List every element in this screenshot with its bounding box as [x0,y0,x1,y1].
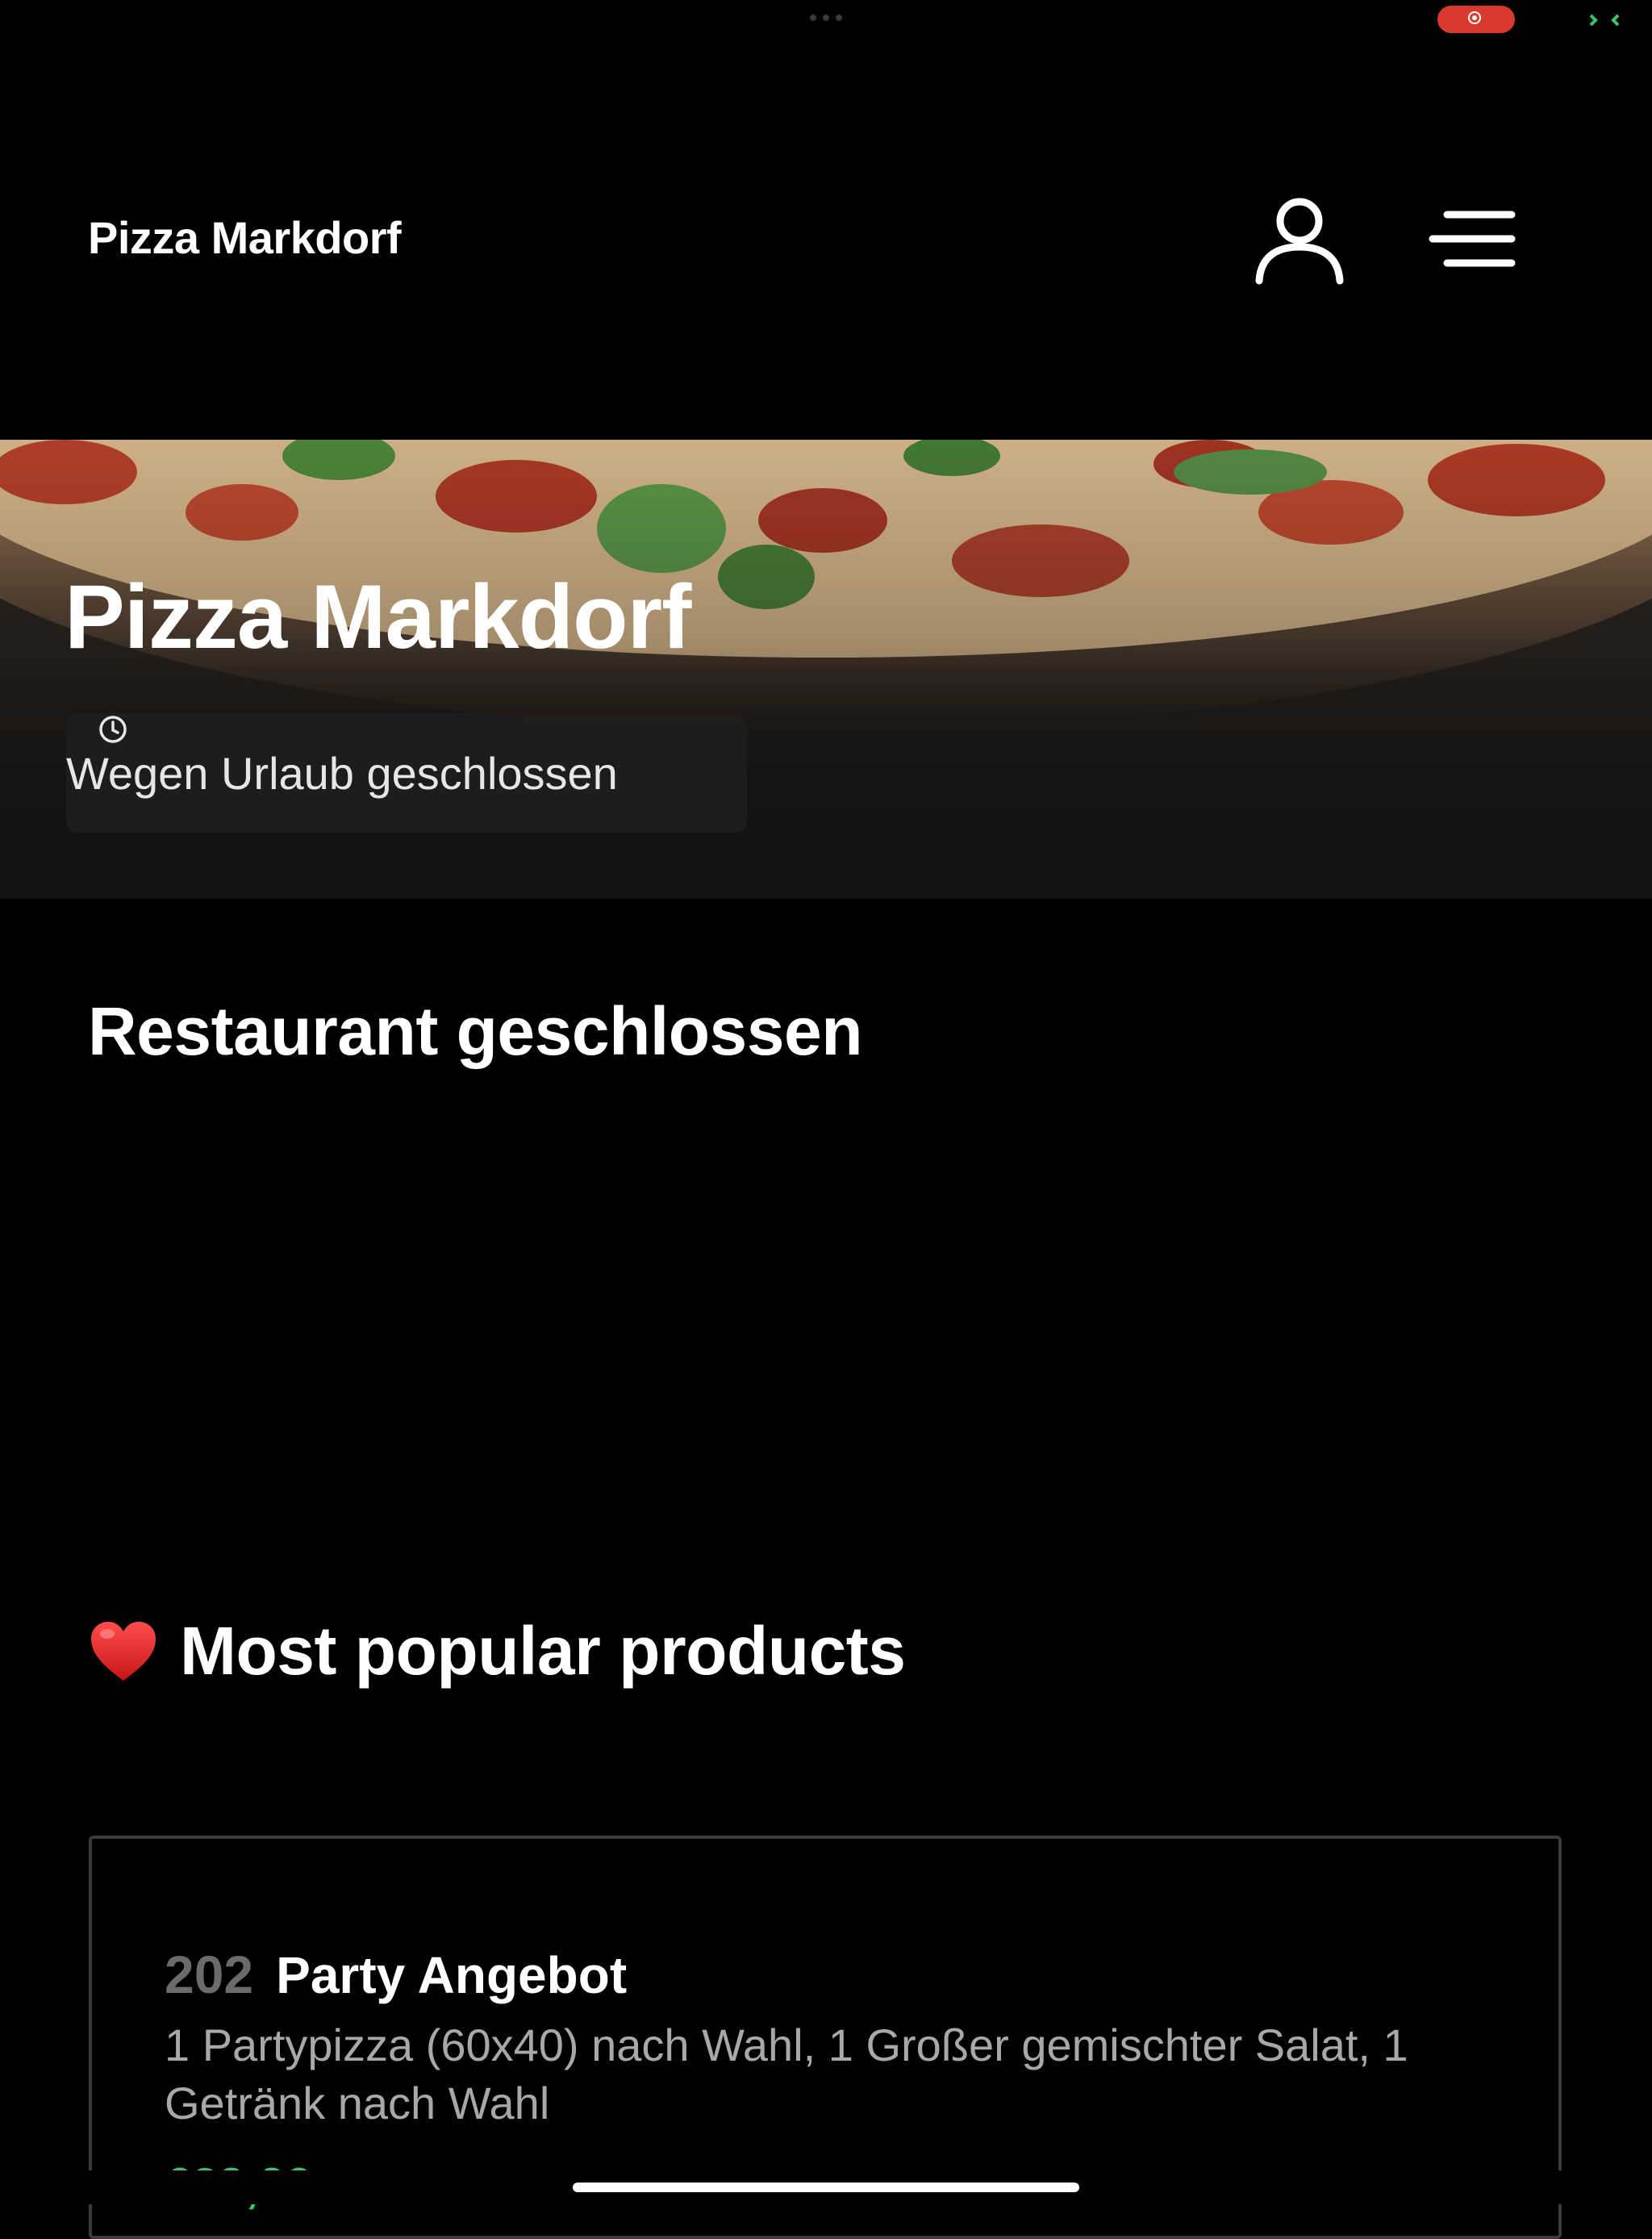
product-name: Party Angebot [276,1946,628,2004]
screen-mirroring-icon [1589,14,1620,27]
status-bar [0,0,1652,40]
account-button[interactable] [1253,190,1346,287]
product-number: 202 [165,1945,254,2004]
opening-status-badge: Wegen Urlaub geschlossen [66,713,747,833]
brand-title[interactable]: Pizza Markdorf [88,211,402,264]
screen-recording-indicator[interactable] [1437,6,1515,33]
product-title-row: 202 Party Angebot [165,1944,627,2005]
user-icon [1255,198,1344,285]
closed-heading: Restaurant geschlossen [88,993,863,1069]
opening-status-text: Wegen Urlaub geschlossen [66,747,618,799]
restaurant-name: Pizza Markdorf [65,566,691,667]
hero-banner: Pizza Markdorf Wegen Urlaub geschlossen [0,440,1652,899]
clock-icon [99,716,127,743]
product-description: 1 Partypizza (60x40) nach Wahl, 1 Großer… [165,2020,1408,2128]
multitasking-dots[interactable] [810,15,842,21]
menu-button[interactable] [1428,200,1516,273]
home-indicator[interactable] [573,2183,1079,2192]
menu-icon [1429,211,1516,267]
popular-products-heading: Most popular products [88,1612,906,1690]
popular-products-title: Most popular products [180,1613,906,1689]
heart-icon [91,1621,156,1681]
